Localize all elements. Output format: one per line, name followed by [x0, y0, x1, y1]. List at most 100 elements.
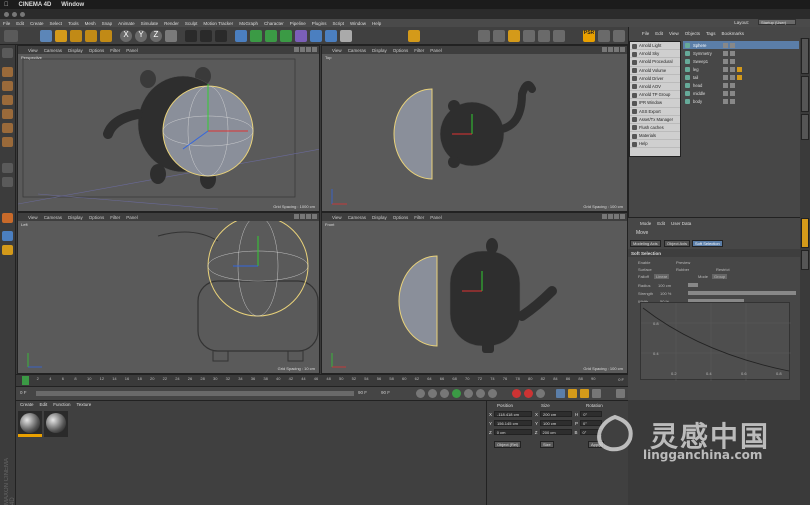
move-tool-icon[interactable]: [55, 30, 67, 42]
go-to-end-icon[interactable]: [488, 389, 497, 398]
render-picture-viewer-icon[interactable]: [200, 30, 212, 42]
attr-userdata-menu[interactable]: User Data: [671, 221, 691, 226]
menu-plugins[interactable]: Plugins: [312, 21, 327, 26]
close-window-button[interactable]: [4, 11, 9, 17]
subdivision-icon[interactable]: [265, 30, 277, 42]
points-mode-icon[interactable]: [613, 30, 625, 42]
workplane-axis-icon[interactable]: [2, 245, 13, 255]
lock-workplane-icon[interactable]: [2, 177, 13, 187]
rotation-key-icon[interactable]: [580, 389, 589, 398]
tab-objects[interactable]: [801, 38, 809, 74]
menu-item-ipr-window[interactable]: IPR Window: [630, 99, 680, 108]
vp-view-menu[interactable]: View: [28, 48, 38, 53]
ipr-icon[interactable]: [478, 30, 490, 42]
obj-tags-menu[interactable]: Tags: [706, 31, 716, 36]
vp-cameras-menu[interactable]: Cameras: [44, 48, 62, 53]
menu-item-asset-tx-manager[interactable]: Asset/Tx Manager: [630, 116, 680, 124]
light-icon[interactable]: [340, 30, 352, 42]
object-row-leg[interactable]: leg: [683, 65, 799, 73]
object-row-sphere[interactable]: Sphere: [683, 41, 799, 49]
vp-options-menu[interactable]: Options: [89, 48, 105, 53]
menu-render[interactable]: Render: [164, 21, 179, 26]
timeline-ruler[interactable]: 0246810121416182022242628303234363840424…: [16, 374, 628, 386]
object-row-symmetry[interactable]: Symmetry: [683, 49, 799, 57]
attr-edit-menu[interactable]: Edit: [657, 221, 665, 226]
size-x-field[interactable]: 200 cm: [540, 411, 573, 417]
mat-edit-menu[interactable]: Edit: [40, 402, 48, 407]
viewport-nav-icons[interactable]: [602, 47, 625, 52]
tab-modeling-axis[interactable]: Modeling Axis: [630, 240, 661, 247]
solo-icon[interactable]: [2, 213, 13, 223]
menu-item-materials[interactable]: Materials: [630, 132, 680, 141]
tab-attributes[interactable]: [801, 218, 809, 248]
workplane-icon[interactable]: [508, 30, 520, 42]
viewport-perspective[interactable]: View Cameras Display Options Filter Pane…: [17, 45, 320, 212]
menu-item-ass-export[interactable]: ASS Export: [630, 108, 680, 116]
menu-sculpt[interactable]: Sculpt: [185, 21, 198, 26]
zoom-window-button[interactable]: [20, 11, 25, 17]
mat-function-menu[interactable]: Function: [53, 402, 70, 407]
obj-view-menu[interactable]: View: [669, 31, 679, 36]
size-y-field[interactable]: 100 cm: [540, 420, 573, 426]
model-mode-icon[interactable]: [2, 67, 13, 77]
texture-mode-icon[interactable]: [598, 30, 610, 42]
pen-spline-icon[interactable]: [250, 30, 262, 42]
polygons-icon[interactable]: [2, 137, 13, 147]
position-key-icon[interactable]: [556, 389, 565, 398]
axis-mode-icon[interactable]: [523, 30, 535, 42]
obj-edit-menu[interactable]: Edit: [655, 31, 663, 36]
play-icon[interactable]: [452, 389, 461, 398]
radius-field[interactable]: 100 cm: [658, 283, 671, 288]
workplane-mode-icon[interactable]: [2, 95, 13, 105]
vp-panel-menu[interactable]: Panel: [126, 215, 138, 220]
object-row-body[interactable]: body: [683, 97, 799, 105]
menu-tools[interactable]: Tools: [68, 21, 79, 26]
vp-panel-menu[interactable]: Panel: [430, 215, 442, 220]
menu-simulate[interactable]: Simulate: [141, 21, 159, 26]
size-z-field[interactable]: 200 cm: [539, 429, 572, 435]
menu-mograph[interactable]: MoGraph: [239, 21, 258, 26]
render-view-icon[interactable]: [185, 30, 197, 42]
falloff-dropdown[interactable]: Linear: [654, 274, 670, 279]
strength-field[interactable]: 100 %: [660, 291, 671, 296]
timeline-playhead[interactable]: [22, 376, 29, 385]
record-icon[interactable]: [512, 389, 521, 398]
make-editable-icon[interactable]: [2, 48, 13, 58]
menu-window[interactable]: Window: [350, 21, 366, 26]
preview-checkbox[interactable]: Preview: [676, 260, 690, 265]
menu-item-arnold-tp-group[interactable]: Arnold TP Group: [630, 91, 680, 100]
falloff-curve-graph[interactable]: 0.8 0.4 0.2 0.4 0.6 0.8: [640, 302, 791, 381]
camera-icon[interactable]: [325, 30, 337, 42]
undo-icon[interactable]: [4, 30, 18, 42]
snap-icon[interactable]: [493, 30, 505, 42]
viewport-left[interactable]: View Cameras Display Options Filter Pane…: [17, 212, 320, 374]
deformer-icon[interactable]: [295, 30, 307, 42]
go-to-start-icon[interactable]: [416, 389, 425, 398]
vp-options-menu[interactable]: Options: [393, 215, 409, 220]
vp-display-menu[interactable]: Display: [372, 48, 387, 53]
render-settings-icon[interactable]: [215, 30, 227, 42]
mat-texture-menu[interactable]: Texture: [77, 402, 92, 407]
mode-dropdown[interactable]: Group: [712, 274, 728, 279]
menu-item-arnold-aov[interactable]: Arnold AOV: [630, 83, 680, 92]
tab-content-browser[interactable]: [801, 76, 809, 112]
object-row-head[interactable]: head: [683, 81, 799, 89]
vp-cameras-menu[interactable]: Cameras: [44, 215, 62, 220]
tab-layers[interactable]: [801, 250, 809, 270]
menu-select[interactable]: Select: [50, 21, 63, 26]
vp-display-menu[interactable]: Display: [68, 215, 83, 220]
psr-button[interactable]: PSR: [583, 30, 595, 42]
arnold-render-icon[interactable]: [408, 30, 420, 42]
next-key-icon[interactable]: [476, 389, 485, 398]
max-frame-field[interactable]: 90 F: [381, 390, 390, 395]
vp-filter-menu[interactable]: Filter: [110, 215, 120, 220]
start-frame-field[interactable]: 0 F: [20, 390, 27, 395]
apple-icon[interactable]: : [4, 2, 9, 8]
mat-create-menu[interactable]: Create: [20, 402, 34, 407]
recent-tool-icon[interactable]: [100, 30, 112, 42]
position-y-field[interactable]: 156.145 cm: [494, 420, 533, 426]
menu-create[interactable]: Create: [30, 21, 44, 26]
frame-range-slider[interactable]: [36, 391, 354, 396]
strength-slider[interactable]: [688, 291, 796, 295]
x-axis-lock-button[interactable]: X: [120, 30, 132, 42]
